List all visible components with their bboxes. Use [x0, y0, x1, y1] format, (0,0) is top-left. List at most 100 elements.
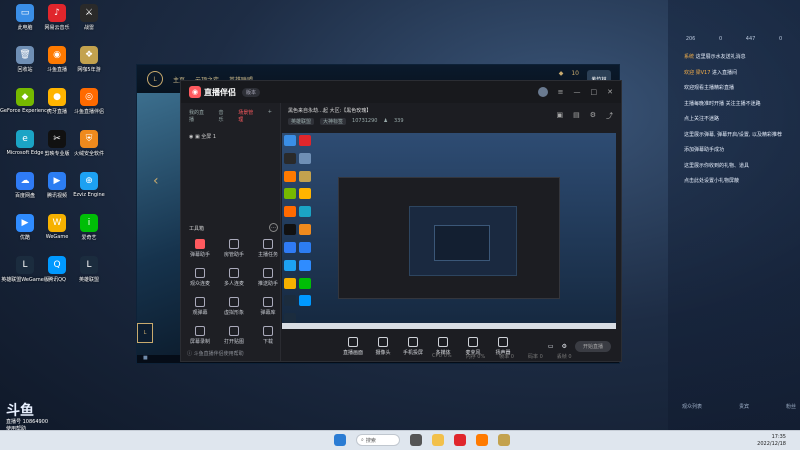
desktop-icon[interactable]: W WeGame: [40, 214, 74, 240]
app-brand-name: 直播伴侣: [204, 87, 236, 97]
preview-icon: [299, 152, 311, 164]
tool-label: 下载: [262, 339, 273, 345]
desktop-icon[interactable]: L 英雄联盟WeGame版: [1, 256, 49, 283]
netease-music-taskbar-icon[interactable]: [454, 434, 466, 446]
lock-icon[interactable]: ▣: [195, 134, 200, 140]
chat-text: 这里展示弹幕, 弹幕开启/设置, 以及精彩推荐: [684, 131, 783, 138]
desktop-icon[interactable]: ◆ GeForce Experience: [0, 88, 50, 114]
desktop-icon[interactable]: e Microsoft Edge: [6, 130, 44, 156]
shop-icon[interactable]: ▤: [573, 111, 580, 121]
menu-icon[interactable]: ≡: [558, 88, 564, 96]
chat-footer-tab[interactable]: 贵宾: [739, 403, 749, 410]
add-icon[interactable]: +: [268, 109, 272, 123]
minimize-icon[interactable]: —: [574, 88, 581, 96]
desktop-icon-label: 腾讯视频: [46, 193, 67, 199]
scene-item[interactable]: ◉ ▣ 全屏 1: [181, 129, 280, 144]
desktop-app-icon: ▶: [16, 214, 34, 232]
desktop-icon[interactable]: ⛨ 火绒安全软件: [72, 130, 106, 157]
desktop-icon[interactable]: i 爱奇艺: [72, 214, 106, 241]
search-label: 搜索: [365, 437, 376, 444]
tool-icon: [263, 326, 273, 336]
desktop-icon[interactable]: ◎ 斗鱼直播伴侣: [72, 88, 106, 115]
tool-button[interactable]: 房管助手: [219, 239, 249, 258]
desktop-icon[interactable]: ♪ 网易云音乐: [40, 4, 74, 31]
tool-icon: [263, 268, 273, 278]
chat-user[interactable]: 欢迎 梁V17: [684, 70, 710, 76]
douyu-taskbar-icon[interactable]: [476, 434, 488, 446]
control-icon: [498, 336, 508, 347]
chat-footer-tab[interactable]: 粉丝: [786, 403, 796, 410]
tool-button[interactable]: 屏幕录制: [185, 326, 215, 345]
taskbar-search[interactable]: ⌕ 搜索: [356, 434, 400, 446]
tag-chip[interactable]: 大神标签: [320, 118, 347, 125]
preview-icon: [284, 295, 296, 307]
chat-message: 添加弹幕助手成功: [684, 147, 786, 155]
streaming-app-window[interactable]: ◉ 直播伴侣 版本 ≡ — □ ✕ 我的直播 音乐 场景管理 + ◉ ▣ 全屏 …: [180, 80, 622, 362]
settings-icon[interactable]: ⚙: [590, 111, 596, 121]
preview-icon: [299, 170, 311, 182]
desktop-icon[interactable]: Q 腾讯QQ: [40, 256, 74, 283]
live-settings-icon[interactable]: ⚙: [562, 343, 567, 350]
tab-scene[interactable]: 场景管理: [238, 109, 258, 123]
category-chip[interactable]: 英雄联盟: [288, 118, 315, 125]
tool-button[interactable]: 主播任务: [253, 239, 283, 258]
system-clock[interactable]: 17:35 2022/12/18: [757, 434, 786, 447]
tool-button[interactable]: 推送助手: [253, 268, 283, 287]
desktop-icon-label: 爱奇艺: [81, 235, 97, 241]
chat-user[interactable]: 系统: [684, 54, 694, 60]
desktop-icon[interactable]: ☁ 百度网盘: [8, 172, 42, 199]
tool-icon: [195, 268, 205, 278]
tab-music[interactable]: 音乐: [219, 109, 229, 123]
desktop-app-icon: ◆: [16, 88, 34, 106]
desktop-icon[interactable]: ● 虎牙直播: [40, 88, 74, 115]
desktop-icon[interactable]: ◉ 斗鱼直播: [40, 46, 74, 73]
help-tip[interactable]: ⓘ 斗鱼直播伴侣使用帮助: [187, 350, 244, 357]
desktop-icon-label: Microsoft Edge: [6, 150, 44, 156]
tool-button[interactable]: 下载: [253, 326, 283, 345]
lol-taskbar-icon[interactable]: [498, 434, 510, 446]
tool-button[interactable]: 观弹幕: [185, 297, 215, 316]
maximize-icon[interactable]: □: [591, 88, 598, 96]
tool-button[interactable]: 弹幕助手: [185, 239, 215, 258]
task-view-icon[interactable]: [410, 434, 422, 446]
desktop-icon[interactable]: ❖ 网咖5年游: [72, 46, 106, 73]
tab-my-stream[interactable]: 我的直播: [189, 109, 209, 123]
tool-button[interactable]: 多人连麦: [219, 268, 249, 287]
tool-button[interactable]: 打开贴图: [219, 326, 249, 345]
desktop-icon[interactable]: ⚔ 战雷: [72, 4, 106, 31]
version-badge[interactable]: 版本: [242, 87, 261, 97]
stream-preview[interactable]: [282, 133, 616, 329]
tool-button[interactable]: 虚拟形象: [219, 297, 249, 316]
close-icon[interactable]: ✕: [607, 88, 613, 96]
user-avatar[interactable]: [537, 87, 548, 97]
chat-message: 点上关注不迷路: [684, 116, 786, 124]
desktop-icon-label: 此电脑: [17, 25, 33, 31]
desktop-icon[interactable]: 🗑 回收站: [8, 46, 42, 73]
desktop-icon[interactable]: ▭ 此电脑: [8, 4, 42, 31]
more-icon[interactable]: …: [269, 223, 278, 232]
tool-button[interactable]: 观众连麦: [185, 268, 215, 287]
desktop-icon[interactable]: ✂ 剪映专业版: [40, 130, 74, 157]
tool-icon: [195, 239, 205, 249]
gift-icon[interactable]: ▣: [556, 111, 563, 121]
desktop-icon[interactable]: ▶ 优酷: [8, 214, 42, 241]
carousel-left-icon[interactable]: ‹: [153, 173, 159, 189]
desktop-icon[interactable]: ▶ 腾讯视频: [40, 172, 74, 199]
explorer-icon[interactable]: [432, 434, 444, 446]
desktop-app-icon: ●: [48, 88, 66, 106]
desktop-app-icon: W: [48, 214, 66, 232]
eye-icon[interactable]: ◉: [189, 134, 193, 140]
desktop-icon[interactable]: ⊕ Ezviz Engine: [72, 172, 106, 198]
desktop-app-icon: 🗑: [16, 46, 34, 64]
share-icon[interactable]: ⤴: [606, 111, 613, 121]
desktop-icon-label: 虎牙直播: [46, 109, 67, 115]
tool-button[interactable]: 弹幕库: [253, 297, 283, 316]
start-stream-button[interactable]: 开始直播: [574, 340, 611, 352]
toolbox-label: 工具箱: [189, 226, 205, 232]
start-icon[interactable]: [334, 434, 346, 446]
widget-subtitle: 直播号 10864900: [6, 419, 49, 425]
desktop-icon[interactable]: L 英雄联盟: [72, 256, 106, 283]
tool-label: 房管助手: [223, 252, 244, 258]
record-icon[interactable]: ▭: [548, 343, 554, 350]
chat-footer-tab[interactable]: 观众列表: [682, 403, 702, 410]
